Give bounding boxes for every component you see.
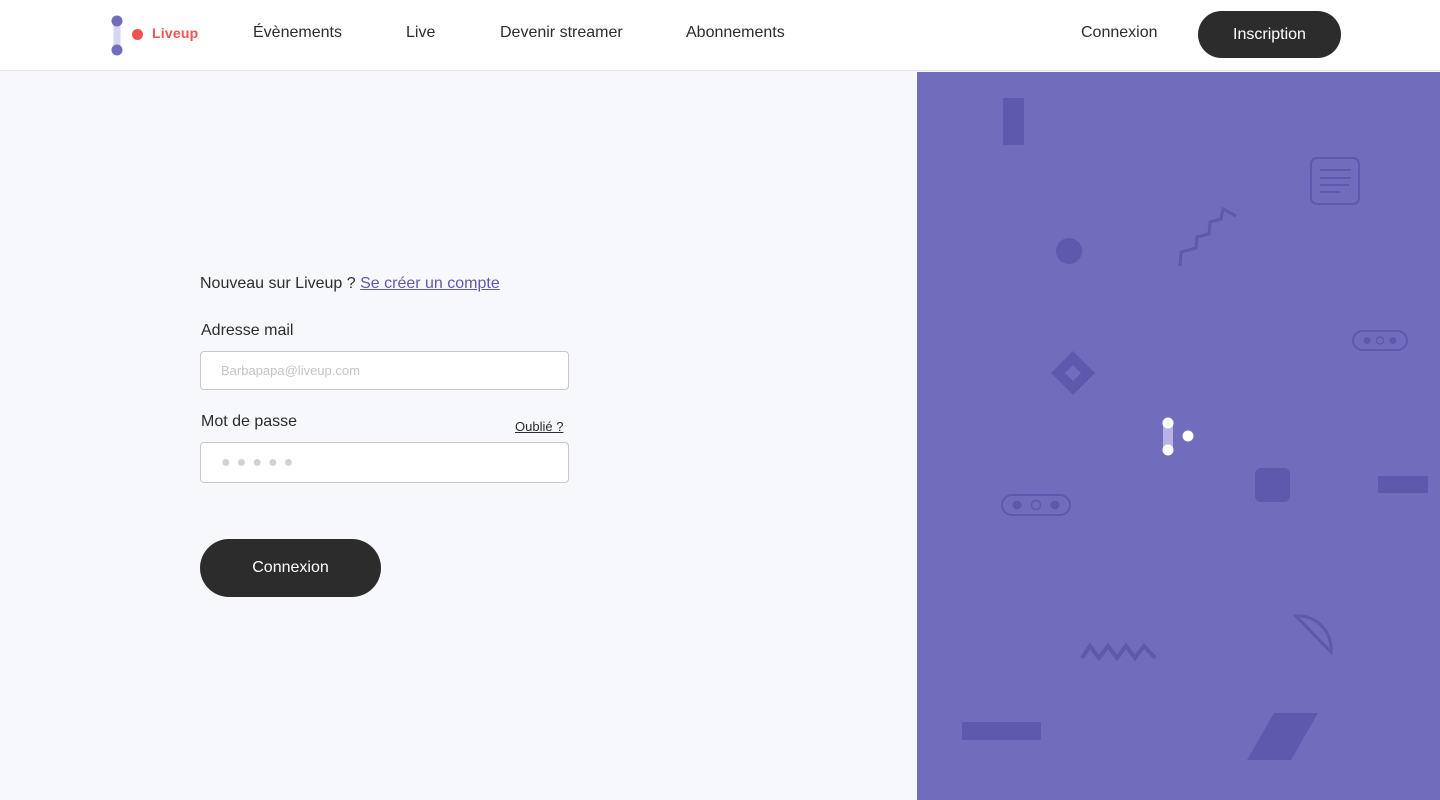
rounded-square-icon	[1255, 468, 1290, 502]
login-button[interactable]: Connexion	[200, 539, 381, 597]
zigzag-line-icon	[1080, 642, 1157, 662]
brand-name: Liveup	[152, 25, 199, 41]
login-panel: Nouveau sur Liveup ? Se créer un compte …	[0, 72, 917, 800]
diamond-shape-icon	[1051, 351, 1095, 395]
forgot-password-link[interactable]: Oublié ?	[515, 419, 563, 434]
rectangle-shape-icon	[962, 722, 1041, 740]
nav-link-abonnements[interactable]: Abonnements	[686, 24, 785, 42]
new-user-text: Nouveau sur Liveup ?	[200, 275, 356, 292]
create-account-link[interactable]: Se créer un compte	[360, 275, 500, 292]
top-navbar: Liveup Évènements Live Devenir streamer …	[0, 0, 1440, 71]
new-user-prompt: Nouveau sur Liveup ? Se créer un compte	[200, 275, 500, 293]
email-label: Adresse mail	[201, 322, 294, 339]
logo-red-dot	[132, 29, 143, 40]
decorative-shapes	[962, 98, 1428, 760]
nav-link-live[interactable]: Live	[406, 24, 435, 42]
circle-shape-icon	[1056, 238, 1082, 264]
password-label: Mot de passe	[201, 413, 298, 430]
liveup-logo[interactable]: Liveup	[110, 14, 210, 58]
parallelogram-shape-icon	[1247, 713, 1318, 760]
email-field[interactable]	[200, 351, 569, 390]
dots-pill-icon	[1352, 330, 1408, 351]
rectangle-shape-icon	[1378, 476, 1428, 493]
semicircle-icon	[1292, 614, 1333, 656]
liveup-logo-icon	[1162, 417, 1194, 456]
signup-button[interactable]: Inscription	[1198, 11, 1341, 58]
nav-link-evenements[interactable]: Évènements	[253, 24, 342, 42]
logo-mark-icon	[111, 15, 123, 56]
header-login-link[interactable]: Connexion	[1081, 24, 1158, 42]
dots-pill-icon	[1001, 494, 1071, 516]
decorative-panel	[917, 72, 1440, 800]
staircase-line-icon	[1178, 206, 1237, 267]
nav-link-devenir-streamer[interactable]: Devenir streamer	[500, 24, 623, 42]
bar-shape-icon	[1003, 98, 1024, 145]
password-field[interactable]	[200, 442, 569, 483]
document-icon	[1310, 157, 1360, 205]
